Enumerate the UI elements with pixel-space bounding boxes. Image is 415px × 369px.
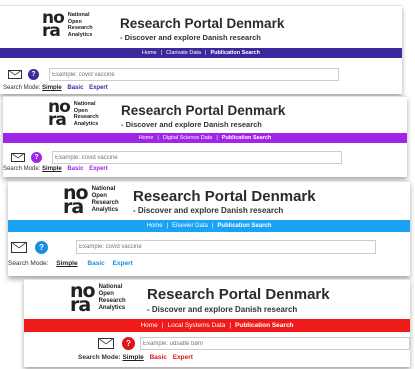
nora-logo[interactable]: no ra National Open Research Analytics: [63, 182, 119, 218]
nora-logo[interactable]: no ra National Open Research Analytics: [48, 97, 99, 130]
search-mode: Search Mode: Simple Basic Expert: [3, 85, 108, 91]
mode-simple[interactable]: Simple: [42, 166, 62, 172]
page-title: Research Portal Denmark: [133, 188, 316, 205]
page-title: Research Portal Denmark: [121, 103, 286, 118]
logo-text: National Open Research Analytics: [98, 284, 126, 311]
search-input[interactable]: [49, 68, 339, 81]
nora-logo[interactable]: no ra National Open Research Analytics: [70, 280, 126, 316]
search-input[interactable]: [140, 337, 410, 350]
logo-mark: no ra: [42, 8, 65, 41]
nav-publication-search[interactable]: Publication Search: [210, 50, 260, 56]
portal-panel-clarivate: no ra National Open Research Analytics Resea…: [0, 5, 402, 94]
logo-mark: no ra: [63, 182, 89, 218]
help-icon[interactable]: ?: [122, 337, 135, 350]
portal-panel-digital-science: no ra National Open Research Analytics Resea…: [3, 96, 407, 177]
nav-data-source[interactable]: Clarivate Data: [166, 50, 201, 56]
logo-mark: no ra: [70, 280, 96, 316]
logo-text: National Open Research Analytics: [73, 101, 99, 127]
page-title: Research Portal Denmark: [147, 286, 330, 303]
help-icon[interactable]: ?: [35, 240, 48, 254]
mode-basic[interactable]: Basic: [67, 166, 83, 172]
mail-icon[interactable]: [11, 241, 27, 253]
mail-icon[interactable]: [11, 153, 25, 162]
mode-expert[interactable]: Expert: [173, 354, 193, 361]
nav-data-source[interactable]: Digital Science Data: [163, 135, 213, 141]
nav-publication-search[interactable]: Publication Search: [217, 223, 271, 229]
page-subtitle: - Discover and explore Danish research: [121, 120, 262, 129]
nav-data-source[interactable]: Elsevier Data: [172, 223, 208, 229]
mode-simple[interactable]: Simple: [42, 85, 62, 91]
nav-data-source[interactable]: Local Systems Data: [168, 322, 226, 329]
mode-expert[interactable]: Expert: [89, 166, 108, 172]
nav-bar: Home | Local Systems Data | Publication Se…: [24, 319, 410, 332]
nav-bar: Home | Clarivate Data | Publication Search: [0, 48, 402, 58]
search-mode: Search Mode: Simple Basic Expert: [78, 354, 193, 361]
logo-mark: no ra: [48, 97, 71, 130]
mode-expert[interactable]: Expert: [113, 260, 133, 267]
mode-basic[interactable]: Basic: [87, 260, 104, 267]
portal-panel-elsevier: no ra National Open Research Analytics Resea…: [8, 181, 410, 276]
mail-icon[interactable]: [8, 70, 22, 79]
search-input[interactable]: [52, 151, 342, 164]
search-input[interactable]: [76, 240, 376, 254]
mode-basic[interactable]: Basic: [150, 354, 167, 361]
mode-expert[interactable]: Expert: [89, 85, 108, 91]
portal-panel-local-systems: no ra National Open Research Analytics Resea…: [24, 279, 410, 367]
mode-basic[interactable]: Basic: [67, 85, 83, 91]
search-mode: Search Mode: Simple Basic Expert: [8, 260, 133, 267]
nav-publication-search[interactable]: Publication Search: [222, 135, 272, 141]
nav-home[interactable]: Home: [147, 223, 163, 229]
page-subtitle: - Discover and explore Danish research: [147, 305, 298, 314]
nav-home[interactable]: Home: [140, 322, 157, 329]
nav-publication-search[interactable]: Publication Search: [235, 322, 294, 329]
logo-text: National Open Research Analytics: [91, 186, 119, 213]
page-subtitle: - Discover and explore Danish research: [120, 33, 261, 42]
mode-simple[interactable]: Simple: [56, 260, 77, 267]
nav-home[interactable]: Home: [142, 50, 157, 56]
page-title: Research Portal Denmark: [120, 16, 285, 31]
mode-simple[interactable]: Simple: [122, 354, 143, 361]
help-icon[interactable]: ?: [28, 69, 39, 80]
page-subtitle: - Discover and explore Danish research: [133, 206, 284, 215]
nav-bar: Home | Digital Science Data | Publication …: [3, 133, 407, 143]
nav-bar: Home | Elsevier Data | Publication Search: [8, 220, 410, 232]
nora-logo[interactable]: no ra National Open Research Analytics: [42, 8, 93, 41]
nav-home[interactable]: Home: [139, 135, 154, 141]
help-icon[interactable]: ?: [31, 152, 42, 163]
logo-text: National Open Research Analytics: [67, 12, 93, 38]
search-mode: Search Mode: Simple Basic Expert: [3, 166, 108, 172]
mail-icon[interactable]: [98, 338, 114, 349]
